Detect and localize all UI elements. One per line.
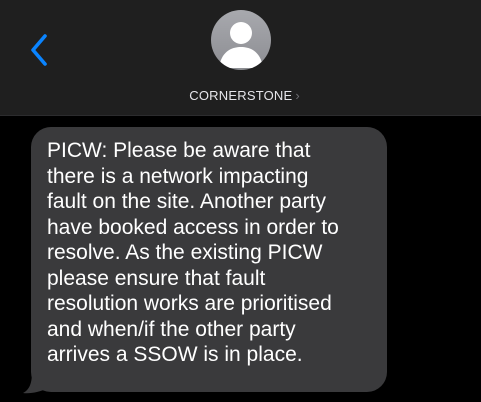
contact-info[interactable]: CORNERSTONE › <box>189 10 300 110</box>
contact-name: CORNERSTONE <box>189 88 293 103</box>
person-silhouette-icon <box>218 22 263 68</box>
contact-name-row[interactable]: CORNERSTONE › <box>189 88 299 103</box>
chevron-left-icon <box>31 34 47 66</box>
conversation-header: CORNERSTONE › <box>0 0 481 116</box>
message-text: PICW: Please be aware that there is a ne… <box>47 139 339 366</box>
chevron-right-icon: › <box>295 88 300 103</box>
messages-screen: CORNERSTONE › PICW: Please be aware that… <box>0 0 481 402</box>
avatar[interactable] <box>210 10 271 70</box>
back-button[interactable] <box>28 32 52 68</box>
message-bubble-incoming[interactable]: PICW: Please be aware that there is a ne… <box>31 127 387 392</box>
